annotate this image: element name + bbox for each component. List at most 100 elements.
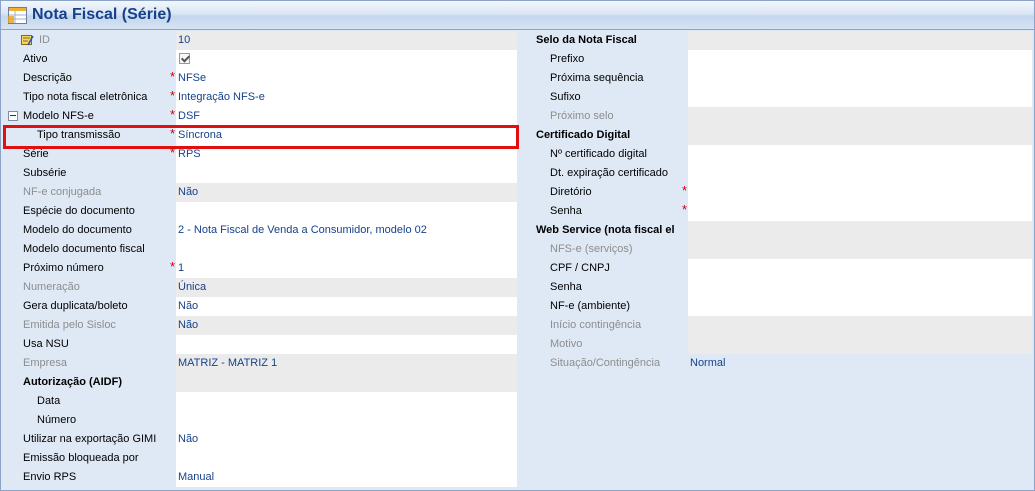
webservice-header: Web Service (nota fiscal el — [520, 221, 688, 240]
nfe-conjugada-value: Não — [176, 183, 517, 202]
modelo-documento-label: Modelo do documento — [4, 221, 176, 240]
usa-nsu-input[interactable] — [176, 335, 517, 354]
row-modelo-documento: Modelo do documento 2 - Nota Fiscal de V… — [4, 221, 517, 240]
senha-cert-input[interactable] — [688, 202, 1032, 221]
tipo-transmissao-select[interactable]: Síncrona — [176, 126, 517, 145]
row-modelo-documento-fiscal: Modelo documento fiscal — [4, 240, 517, 259]
row-especie-documento: Espécie do documento — [4, 202, 517, 221]
required-marker: * — [170, 145, 176, 160]
serie-input[interactable]: RPS — [176, 145, 517, 164]
row-senha-ws: Senha — [520, 278, 1032, 297]
row-gera-duplicata: Gera duplicata/boleto Não — [4, 297, 517, 316]
row-senha-cert: Senha * — [520, 202, 1032, 221]
title-bar: Nota Fiscal (Série) — [1, 1, 1034, 30]
modelo-documento-select[interactable]: 2 - Nota Fiscal de Venda a Consumidor, m… — [176, 221, 517, 240]
gera-duplicata-select[interactable]: Não — [176, 297, 517, 316]
exportacao-gimi-label: Utilizar na exportação GIMI — [4, 430, 176, 449]
tipo-transmissao-label: Tipo transmissão — [4, 126, 176, 145]
row-webservice-header: Web Service (nota fiscal el — [520, 221, 1032, 240]
row-selo-header: Selo da Nota Fiscal — [520, 31, 1032, 50]
situacao-contingencia-label: Situação/Contingência — [520, 354, 688, 373]
row-envio-rps: Envio RPS Manual — [4, 468, 517, 487]
numero-input[interactable] — [176, 411, 517, 430]
data-input[interactable] — [176, 392, 517, 411]
row-proximo-numero: Próximo número * 1 — [4, 259, 517, 278]
exportacao-gimi-select[interactable]: Não — [176, 430, 517, 449]
dt-expiracao-input[interactable] — [688, 164, 1032, 183]
inicio-contingencia-label: Início contingência — [520, 316, 688, 335]
sufixo-label: Sufixo — [520, 88, 688, 107]
row-motivo: Motivo — [520, 335, 1032, 354]
modelo-documento-fiscal-input[interactable] — [176, 240, 517, 259]
row-certificado-header: Certificado Digital — [520, 126, 1032, 145]
row-dt-expiracao: Dt. expiração certificado — [520, 164, 1032, 183]
certificado-header: Certificado Digital — [520, 126, 688, 145]
row-modelo-nfse: Modelo NFS-e * DSF — [4, 107, 517, 126]
subserie-input[interactable] — [176, 164, 517, 183]
descricao-input[interactable]: NFSe — [176, 69, 517, 88]
senha-ws-label: Senha — [520, 278, 688, 297]
inicio-contingencia-value — [688, 316, 1032, 335]
proximo-numero-input[interactable]: 1 — [176, 259, 517, 278]
cpf-cnpj-input[interactable] — [688, 259, 1032, 278]
nfse-servicos-value — [688, 240, 1032, 259]
envio-rps-select[interactable]: Manual — [176, 468, 517, 487]
required-marker: * — [170, 107, 176, 122]
data-label: Data — [4, 392, 176, 411]
tipo-nf-eletronica-label: Tipo nota fiscal eletrônica — [4, 88, 176, 107]
proxima-sequencia-input[interactable] — [688, 69, 1032, 88]
modelo-nfse-label: Modelo NFS-e — [23, 110, 94, 122]
especie-documento-label: Espécie do documento — [4, 202, 176, 221]
usa-nsu-label: Usa NSU — [4, 335, 176, 354]
row-descricao: Descrição * NFSe — [4, 69, 517, 88]
row-tipo-transmissao: Tipo transmissão * Síncrona — [4, 126, 517, 145]
proxima-sequencia-label: Próxima sequência — [520, 69, 688, 88]
row-diretorio: Diretório * — [520, 183, 1032, 202]
tipo-nf-eletronica-select[interactable]: Integração NFS-e — [176, 88, 517, 107]
row-serie: Série * RPS — [4, 145, 517, 164]
numeracao-value: Única — [176, 278, 517, 297]
row-id: ID 10 — [4, 31, 517, 50]
row-prefixo: Prefixo — [520, 50, 1032, 69]
cpf-cnpj-label: CPF / CNPJ — [520, 259, 688, 278]
window-title: Nota Fiscal (Série) — [32, 6, 172, 23]
right-property-grid: Selo da Nota Fiscal Prefixo Próxima sequ… — [520, 31, 1032, 373]
emissao-bloqueada-input[interactable] — [176, 449, 517, 468]
sufixo-input[interactable] — [688, 88, 1032, 107]
window: Nota Fiscal (Série) ID 10 Ativo Descriçã… — [0, 0, 1035, 491]
empresa-label: Empresa — [4, 354, 176, 373]
nfe-ambiente-label: NF-e (ambiente) — [520, 297, 688, 316]
serie-label: Série — [4, 145, 176, 164]
ativo-label: Ativo — [4, 50, 176, 69]
autorizacao-header: Autorização (AIDF) — [4, 373, 176, 392]
ativo-value — [176, 50, 517, 69]
row-num-certificado: Nº certificado digital — [520, 145, 1032, 164]
row-proxima-sequencia: Próxima sequência — [520, 69, 1032, 88]
envio-rps-label: Envio RPS — [4, 468, 176, 487]
nfe-conjugada-label: NF-e conjugada — [4, 183, 176, 202]
left-property-grid: ID 10 Ativo Descrição * NFSe Tipo nota f… — [4, 31, 517, 487]
row-empresa: Empresa MATRIZ - MATRIZ 1 — [4, 354, 517, 373]
collapse-icon[interactable] — [8, 111, 18, 121]
selo-header-empty — [688, 31, 1032, 50]
senha-ws-input[interactable] — [688, 278, 1032, 297]
required-marker: * — [170, 126, 176, 141]
nfe-ambiente-select[interactable] — [688, 297, 1032, 316]
dt-expiracao-label: Dt. expiração certificado — [520, 164, 688, 183]
required-marker: * — [682, 183, 688, 198]
motivo-label: Motivo — [520, 335, 688, 354]
row-sufixo: Sufixo — [520, 88, 1032, 107]
row-inicio-contingencia: Início contingência — [520, 316, 1032, 335]
ativo-checkbox[interactable] — [179, 53, 190, 64]
row-autorizacao: Autorização (AIDF) — [4, 373, 517, 392]
empresa-value: MATRIZ - MATRIZ 1 — [176, 354, 517, 373]
diretorio-input[interactable] — [688, 183, 1032, 202]
row-ativo: Ativo — [4, 50, 517, 69]
row-cpf-cnpj: CPF / CNPJ — [520, 259, 1032, 278]
num-certificado-input[interactable] — [688, 145, 1032, 164]
modelo-documento-fiscal-label: Modelo documento fiscal — [4, 240, 176, 259]
table-form-icon — [8, 7, 27, 24]
modelo-nfse-select[interactable]: DSF — [176, 107, 517, 126]
prefixo-input[interactable] — [688, 50, 1032, 69]
especie-documento-input[interactable] — [176, 202, 517, 221]
